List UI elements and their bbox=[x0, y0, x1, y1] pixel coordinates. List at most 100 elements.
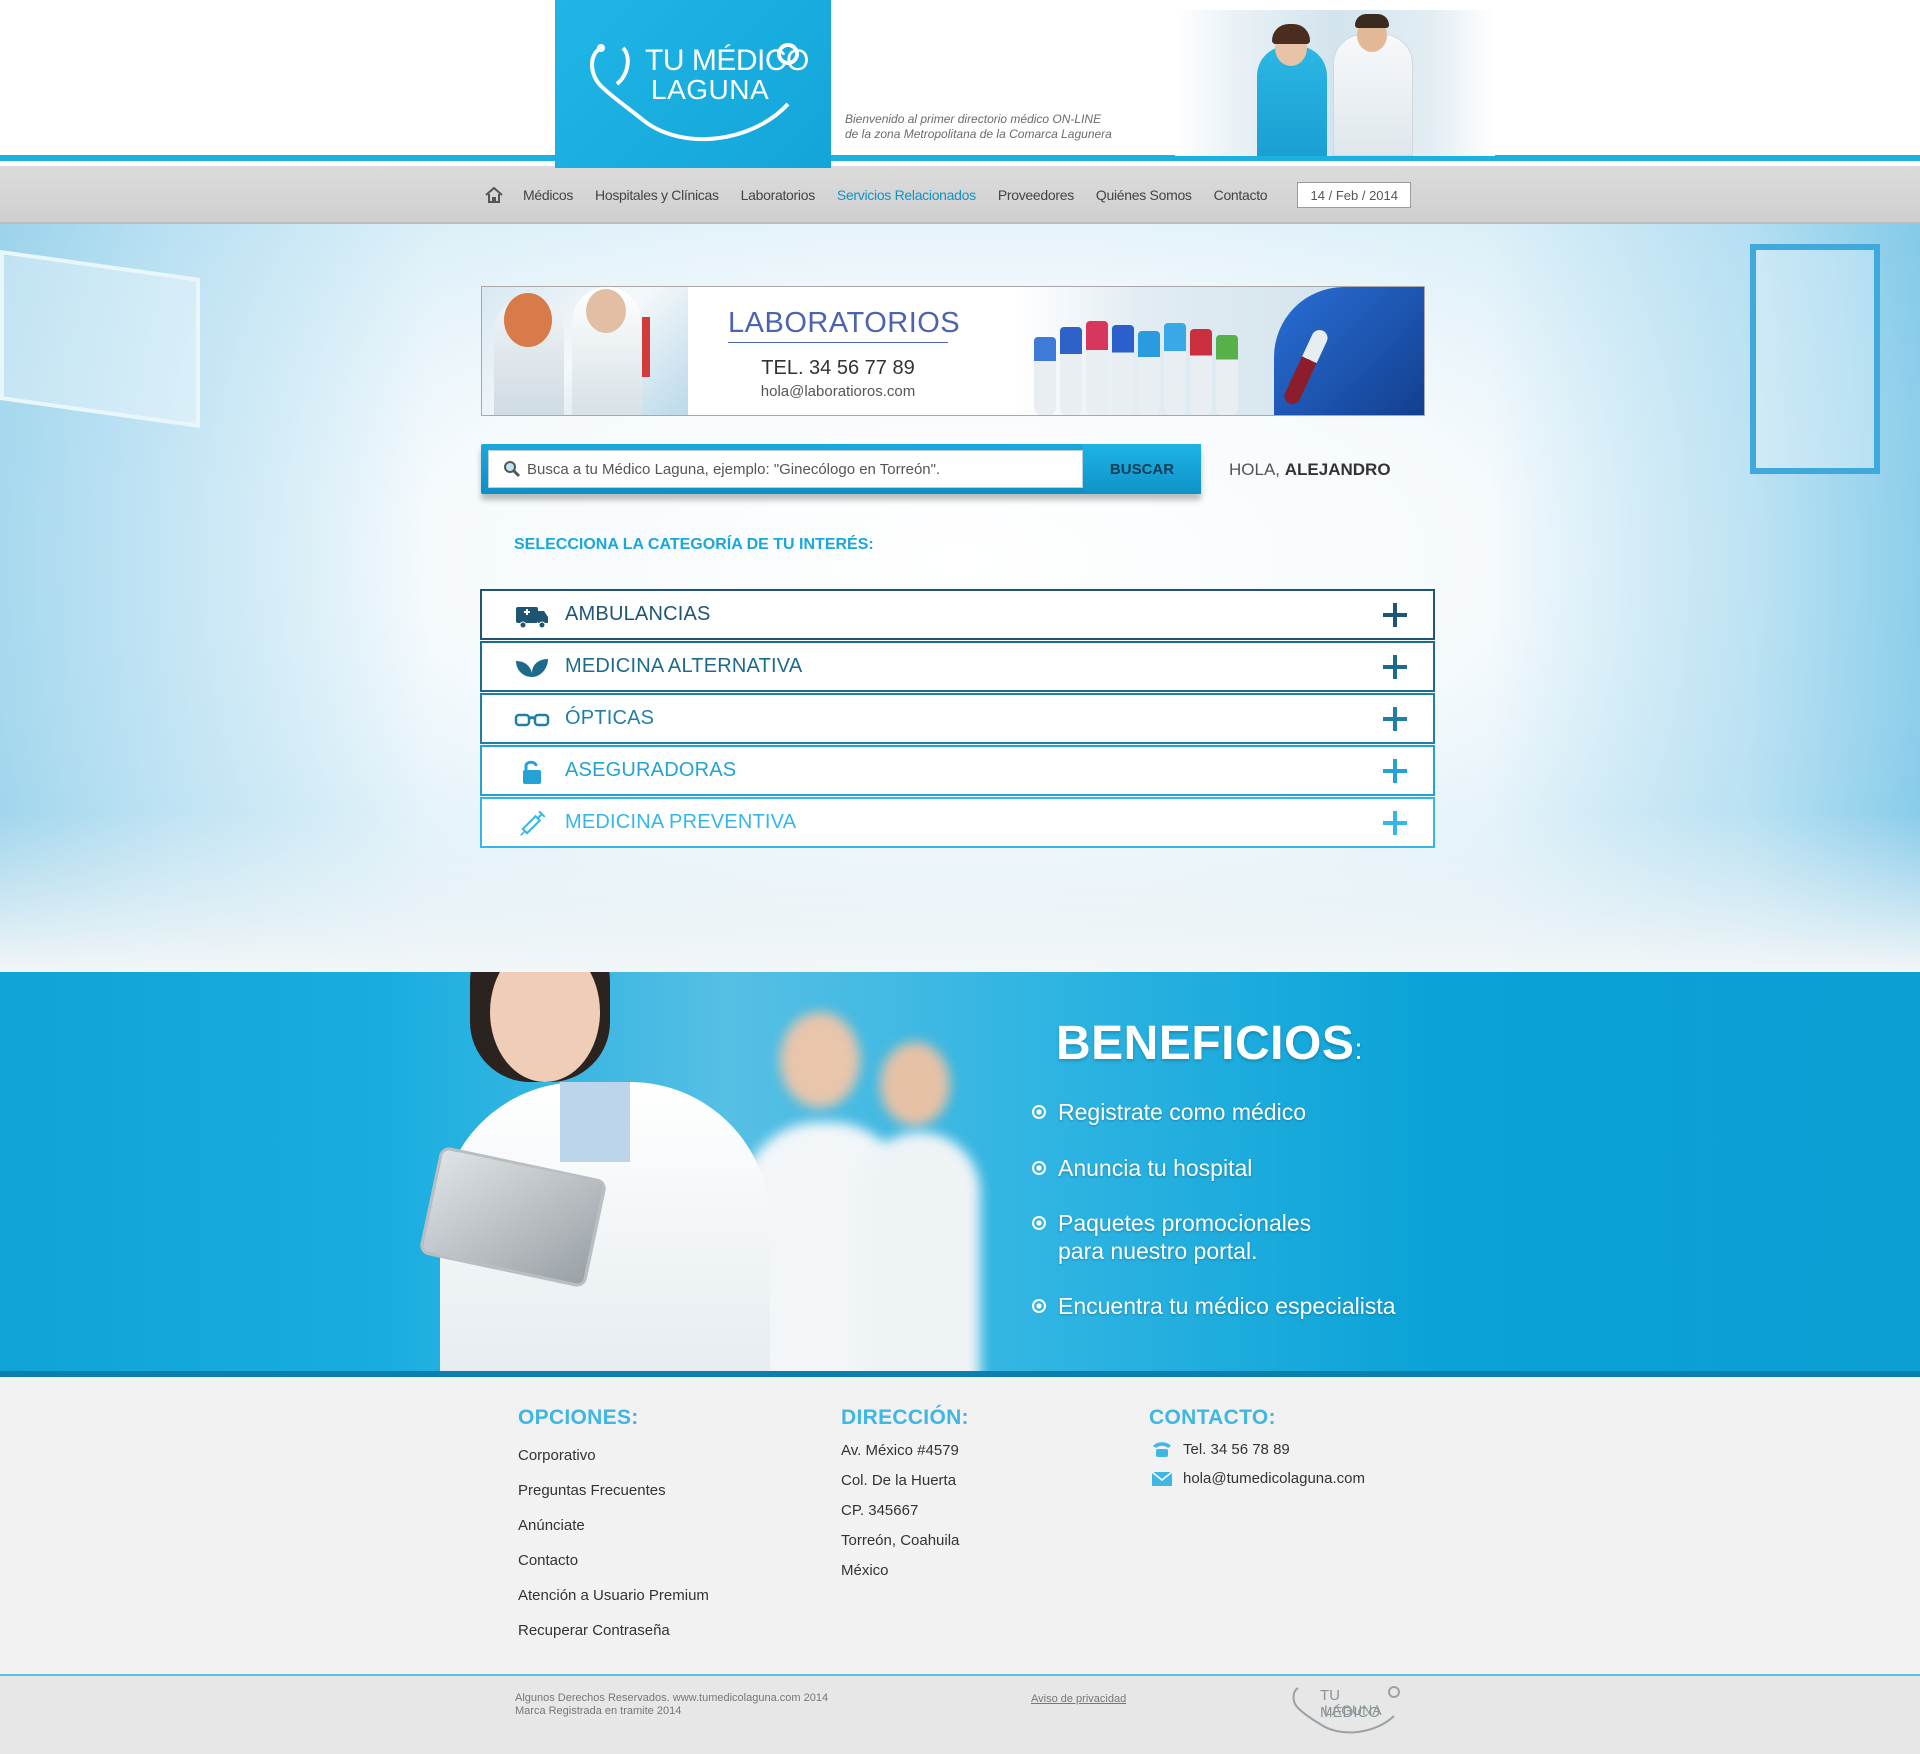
copyright-line2: Marca Registrada en tramite 2014 bbox=[515, 1705, 682, 1717]
benefit-text: Anuncia tu hospital bbox=[1058, 1155, 1253, 1181]
footer-contact-title: CONTACTO: bbox=[1149, 1406, 1276, 1429]
search-icon bbox=[504, 461, 521, 478]
nav-item-quienes-somos[interactable]: Quiénes Somos bbox=[1096, 187, 1192, 203]
leaf-icon bbox=[514, 655, 550, 681]
copyright-text: Algunos Derechos Reservados. www.tumedic… bbox=[515, 1692, 828, 1718]
benefits-title-text: BENEFICIOS bbox=[1056, 1017, 1355, 1070]
address-line: Av. México #4579 bbox=[841, 1442, 959, 1459]
nav-item-proveedores[interactable]: Proveedores bbox=[998, 187, 1074, 203]
category-medicina-alternativa[interactable]: MEDICINA ALTERNATIVA bbox=[480, 641, 1435, 692]
expand-plus-icon[interactable] bbox=[1381, 757, 1409, 785]
greeting-prefix: HOLA, bbox=[1229, 460, 1281, 479]
benefits-title: BENEFICIOS: bbox=[1056, 1016, 1363, 1071]
address-line: México bbox=[841, 1562, 889, 1579]
doctors-photo bbox=[1175, 10, 1495, 156]
nav-item-contacto[interactable]: Contacto bbox=[1214, 187, 1268, 203]
expand-plus-icon[interactable] bbox=[1381, 653, 1409, 681]
corridor-door-right bbox=[1750, 244, 1880, 474]
nav-item-medicos[interactable]: Médicos bbox=[523, 187, 573, 203]
contact-phone-text: Tel. 34 56 78 89 bbox=[1183, 1440, 1290, 1458]
nav-item-servicios[interactable]: Servicios Relacionados bbox=[837, 187, 976, 203]
phone-icon bbox=[1153, 1442, 1171, 1457]
footer-link-recuperar[interactable]: Recuperar Contraseña bbox=[518, 1622, 670, 1639]
benefits-section bbox=[0, 972, 1920, 1376]
main-nav: Médicos Hospitales y Clínicas Laboratori… bbox=[0, 166, 1920, 224]
category-label: MEDICINA PREVENTIVA bbox=[565, 811, 797, 833]
nav-item-hospitales[interactable]: Hospitales y Clínicas bbox=[595, 187, 719, 203]
welcome-line2: de la zona Metropolitana de la Comarca L… bbox=[845, 127, 1112, 141]
footer-options-title: OPCIONES: bbox=[518, 1406, 639, 1429]
footer-link-preguntas[interactable]: Preguntas Frecuentes bbox=[518, 1482, 666, 1499]
expand-plus-icon[interactable] bbox=[1381, 601, 1409, 629]
footer-logo[interactable]: TU MÉDICO LAGUNA bbox=[1290, 1682, 1400, 1736]
bullet-icon bbox=[1032, 1105, 1046, 1119]
glasses-icon bbox=[514, 707, 550, 733]
laboratorios-ad-banner[interactable]: LABORATORIOS TEL. 34 56 77 89 hola@labor… bbox=[481, 286, 1425, 416]
logo-line2: LAGUNA bbox=[651, 74, 770, 105]
banner-email: hola@laboratioros.com bbox=[760, 383, 916, 400]
benefits-title-colon: : bbox=[1354, 1033, 1364, 1066]
footer-link-contacto[interactable]: Contacto bbox=[518, 1552, 578, 1569]
category-list: AMBULANCIAS MEDICINA ALTERNATIVA ÓPTICAS bbox=[480, 589, 1435, 849]
welcome-line1: Bienvenido al primer directorio médico O… bbox=[845, 112, 1102, 126]
bottom-bar bbox=[0, 1676, 1920, 1754]
footer-link-premium[interactable]: Atención a Usuario Premium bbox=[518, 1587, 709, 1604]
corridor-window-left bbox=[0, 249, 200, 429]
benefit-item: Encuentra tu médico especialista bbox=[1032, 1292, 1492, 1320]
category-aseguradoras[interactable]: ASEGURADORAS bbox=[480, 745, 1435, 796]
home-icon[interactable] bbox=[485, 187, 503, 203]
search-bar: BUSCAR bbox=[481, 444, 1201, 494]
category-label: AMBULANCIAS bbox=[565, 603, 711, 625]
banner-title: LABORATORIOS bbox=[728, 307, 960, 343]
category-medicina-preventiva[interactable]: MEDICINA PREVENTIVA bbox=[480, 797, 1435, 848]
category-opticas[interactable]: ÓPTICAS bbox=[480, 693, 1435, 744]
benefit-text: Encuentra tu médico especialista bbox=[1058, 1293, 1396, 1319]
header-accent-line bbox=[0, 155, 1920, 161]
expand-plus-icon[interactable] bbox=[1381, 809, 1409, 837]
category-label: ÓPTICAS bbox=[565, 707, 655, 729]
address-line: Col. De la Huerta bbox=[841, 1472, 957, 1489]
benefit-text-line2: para nuestro portal. bbox=[1058, 1238, 1258, 1264]
user-name[interactable]: ALEJANDRO bbox=[1285, 460, 1391, 479]
current-date: 14 / Feb / 2014 bbox=[1297, 182, 1412, 208]
category-heading: SELECCIONA LA CATEGORÍA DE TU INTERÉS: bbox=[514, 536, 874, 553]
search-input[interactable] bbox=[527, 460, 1067, 478]
expand-plus-icon[interactable] bbox=[1381, 705, 1409, 733]
category-label: MEDICINA ALTERNATIVA bbox=[565, 655, 803, 677]
footer-link-corporativo[interactable]: Corporativo bbox=[518, 1447, 596, 1464]
bullet-icon bbox=[1032, 1161, 1046, 1175]
footer-logo-line2: LAGUNA bbox=[1324, 1702, 1382, 1718]
category-ambulancias[interactable]: AMBULANCIAS bbox=[480, 589, 1435, 640]
banner-phone: TEL. 34 56 77 89 bbox=[761, 357, 915, 379]
syringe-icon bbox=[514, 811, 550, 837]
benefit-text: Registrate como médico bbox=[1058, 1099, 1306, 1125]
copyright-line1: Algunos Derechos Reservados. www.tumedic… bbox=[515, 1692, 829, 1704]
lock-icon bbox=[514, 759, 550, 785]
benefit-item: Registrate como médico bbox=[1032, 1098, 1492, 1126]
contact-email-text: hola@tumedicolaguna.com bbox=[1183, 1470, 1365, 1487]
privacy-link[interactable]: Aviso de privacidad bbox=[1031, 1693, 1126, 1705]
address-line: Torreón, Coahuila bbox=[841, 1532, 960, 1549]
welcome-text: Bienvenido al primer directorio médico O… bbox=[845, 112, 1112, 142]
contact-phone[interactable]: Tel. 34 56 78 89 bbox=[1151, 1440, 1290, 1458]
contact-email[interactable]: hola@tumedicolaguna.com bbox=[1151, 1470, 1365, 1487]
lab-scientists-image bbox=[482, 287, 688, 415]
bullet-icon bbox=[1032, 1216, 1046, 1230]
benefits-list: Registrate como médico Anuncia tu hospit… bbox=[1032, 1098, 1492, 1320]
category-label: ASEGURADORAS bbox=[565, 759, 737, 781]
logo-line1: TU MÉDICO bbox=[645, 44, 809, 77]
bullet-icon bbox=[1032, 1299, 1046, 1313]
user-greeting: HOLA, ALEJANDRO bbox=[1229, 460, 1391, 480]
address-line: CP. 345667 bbox=[841, 1502, 919, 1519]
ambulance-icon bbox=[514, 603, 550, 629]
search-button[interactable]: BUSCAR bbox=[1083, 444, 1201, 494]
site-logo[interactable]: TU MÉDICO LAGUNA bbox=[555, 0, 831, 168]
footer-link-anunciate[interactable]: Anúnciate bbox=[518, 1517, 585, 1534]
footer-address-title: DIRECCIÓN: bbox=[841, 1406, 969, 1429]
benefit-text: Paquetes promocionales bbox=[1058, 1210, 1312, 1236]
nav-item-laboratorios[interactable]: Laboratorios bbox=[741, 187, 816, 203]
mail-icon bbox=[1151, 1470, 1173, 1486]
site-header: TU MÉDICO LAGUNA Bienvenido al primer di… bbox=[0, 0, 1920, 168]
test-tubes-image bbox=[1014, 287, 1424, 415]
benefit-item: Paquetes promocionales para nuestro port… bbox=[1032, 1209, 1492, 1265]
